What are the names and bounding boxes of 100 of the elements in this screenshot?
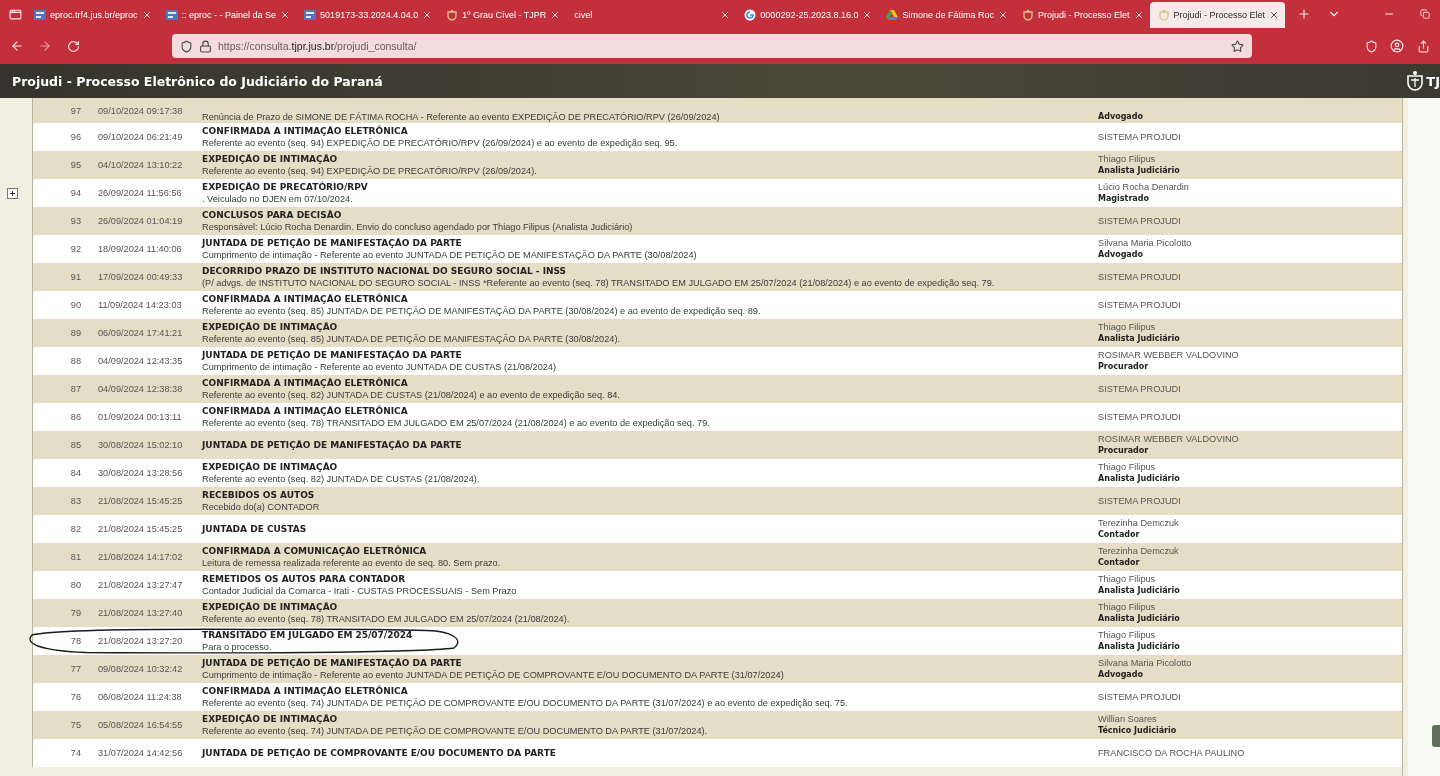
event-title: JUNTADA DE PETIÇÃO DE MANIFESTAÇÃO DA PARTE (202, 349, 463, 361)
event-date: 06/08/2024 11:24:38 (97, 692, 183, 702)
event-date: 18/09/2024 11:40:06 (97, 244, 183, 254)
event-description: Referente ao evento (seq. 85) JUNTADA DE PETIÇÃO DE MANIFESTAÇÃO DA PARTE (30/08/2024). (202, 333, 621, 345)
event-date: 21/08/2024 15:45:25 (97, 496, 184, 506)
event-title: EXPEDIÇÃO DE INTIMAÇÃO (202, 461, 339, 473)
sequence-number: 87 (69, 384, 82, 394)
browser-tab[interactable]: 0000292-25.2023.8.16.0 (736, 2, 879, 28)
actor-name: FRANCISCO DA ROCHA PAULINO (1098, 747, 1246, 759)
expand-toggle[interactable] (6, 187, 18, 199)
close-icon[interactable] (422, 10, 433, 20)
event-date: 09/10/2024 09:17:38 (97, 105, 184, 116)
event-description: Referente ao evento (seq. 78) TRANSITADO EM JULGADO EM 25/07/2024 (21/08/2024). (202, 613, 571, 625)
event-date: 31/07/2024 14:42:56 (97, 748, 184, 758)
event-date: 17/09/2024 00:49:33 (97, 272, 184, 282)
sequence-number: 88 (69, 356, 82, 366)
sequence-number: 77 (69, 664, 82, 674)
page-favicon-icon (304, 9, 317, 21)
event-description: Referente ao evento (seq. 78) TRANSITADO EM JULGADO EM 25/07/2024 (21/08/2024) e ao evento de expedição seq. 79. (202, 417, 711, 429)
event-title: REMETIDOS OS AUTOS PARA CONTADOR (202, 573, 407, 585)
close-icon[interactable] (1133, 10, 1144, 20)
event-title: JUNTADA DE PETIÇÃO DE MANIFESTAÇÃO DA PARTE (202, 657, 463, 669)
emblem-favicon-icon (1157, 9, 1170, 21)
event-title: JUNTADA DE PETIÇÃO DE MANIFESTAÇÃO DA PARTE (202, 439, 463, 451)
event-title: CONFIRMADA A COMUNICAÇÃO ELETRÔNICA (202, 545, 428, 557)
actor-role: Contador (1098, 557, 1141, 569)
browser-tab[interactable]: eproc.trf4.jus.br/eproc (26, 2, 158, 28)
close-icon[interactable] (998, 10, 1008, 20)
event-title: CONFIRMADA A INTIMAÇÃO ELETRÔNICA (202, 293, 409, 305)
address-field[interactable]: https://consulta.tjpr.jus.br/projudi_consulta/ (172, 34, 1252, 58)
event-description: . Veiculado no DJEN em 07/10/2024. (202, 193, 354, 205)
actor-name: Terezinha Demczuk (1098, 545, 1180, 557)
browser-tab[interactable]: Projudi - Processo Elet (1149, 2, 1286, 28)
sequence-number: 78 (69, 636, 82, 646)
actor-role: Advogado (1098, 249, 1144, 261)
sequence-number: 93 (69, 216, 82, 226)
emblem-favicon-icon (446, 9, 459, 21)
browser-tab[interactable]: :: eproc - - Painel da Se (157, 2, 297, 28)
actor-role: Procurador (1098, 445, 1150, 457)
close-icon[interactable] (862, 10, 873, 20)
sequence-number: 97 (69, 105, 82, 116)
sequence-number: 79 (69, 608, 82, 618)
browser-tab[interactable]: 5019173-33.2024.4.04.0 (296, 2, 439, 28)
event-date: 09/08/2024 10:32:42 (97, 664, 184, 674)
close-icon[interactable] (1269, 10, 1280, 20)
actor-name: SISTEMA PROJUDI (1098, 383, 1182, 395)
event-date: 21/08/2024 13:27:47 (97, 580, 184, 590)
actor-role: Analista Judiciário (1098, 165, 1181, 177)
actor-name: SISTEMA PROJUDI (1098, 299, 1182, 311)
browser-tab[interactable]: Simone de Fátima Roc (878, 2, 1014, 28)
sequence-number: 76 (69, 692, 82, 702)
event-description: Referente ao evento (seq. 94) EXPEDIÇÃO DE PRECATÓRIO/RPV (26/09/2024) e ao evento de expedição seq. 95. (202, 137, 679, 149)
browser-tab[interactable]: 1º Grau Cível - TJPR (438, 2, 567, 28)
actor-name: SISTEMA PROJUDI (1098, 411, 1182, 423)
close-icon[interactable] (141, 10, 152, 20)
event-date: 21/08/2024 14:17:02 (97, 552, 184, 562)
actor-name: Thiago Filipus (1098, 461, 1157, 473)
event-description: Renúncia de Prazo de SIMONE DE FÁTIMA ROCHA - Referente ao evento EXPEDIÇÃO DE PRECATÓRIO/RPV (26/09/2024) (202, 111, 721, 123)
close-icon[interactable] (280, 10, 291, 20)
event-description: Referente ao evento (seq. 74) JUNTADA DE PETIÇÃO DE COMPROVANTE E/OU DOCUMENTO DA PARTE (31/07/2024) e ao evento de expedição seq. 75. (202, 697, 849, 709)
event-date: 26/09/2024 11:56:56 (97, 188, 183, 198)
lock-icon (199, 39, 212, 53)
event-date: 06/09/2024 17:41:21 (97, 328, 184, 338)
actor-role: Analista Judiciário (1098, 585, 1181, 597)
event-date: 21/08/2024 13:27:20 (97, 636, 184, 646)
actor-name: SISTEMA PROJUDI (1098, 495, 1182, 507)
sequence-number: 81 (69, 552, 82, 562)
event-title: CONFIRMADA A INTIMAÇÃO ELETRÔNICA (202, 125, 409, 137)
browser-tab[interactable]: civel (566, 2, 737, 28)
browser-tab[interactable]: Projudi - Processo Elet (1014, 2, 1150, 28)
sequence-number: 92 (69, 244, 82, 254)
bookmark-star-icon[interactable] (1231, 39, 1244, 53)
event-title: JUNTADA DE PETIÇÃO DE COMPROVANTE E/OU DOCUMENTO DA PARTE (202, 747, 557, 759)
sequence-number: 94 (69, 188, 82, 198)
event-title: TRANSITADO EM JULGADO EM 25/07/2024 (202, 629, 414, 641)
event-description: Cumprimento de intimação - Referente ao evento JUNTADA DE PETIÇÃO DE COMPROVANTE E/OU DOCUMENTO DA PARTE (31/07/2024) (202, 669, 785, 681)
emblem-logo-icon (1406, 70, 1425, 92)
event-title: EXPEDIÇÃO DE INTIMAÇÃO (202, 713, 339, 725)
event-description: Referente ao evento (seq. 85) JUNTADA DE PETIÇÃO DE MANIFESTAÇÃO DA PARTE (30/08/2024) e ao evento de expedição seq. 89. (202, 305, 762, 317)
event-title: JUNTADA DE CUSTAS (202, 523, 308, 535)
event-description: Cumprimento de intimação - Referente ao evento JUNTADA DE PETIÇÃO DE MANIFESTAÇÃO DA PARTE (30/08/2024) (202, 249, 698, 261)
sequence-number: 82 (69, 524, 82, 534)
actor-name: Thiago Filipus (1098, 153, 1157, 165)
sequence-number: 74 (69, 748, 82, 758)
event-title: EXPEDIÇÃO DE INTIMAÇÃO (202, 153, 339, 165)
triangle-favicon-icon (886, 9, 899, 21)
sequence-number: 84 (69, 468, 82, 478)
emblem-favicon-icon (1022, 9, 1034, 21)
actor-name: SISTEMA PROJUDI (1098, 271, 1182, 283)
close-icon[interactable] (550, 10, 561, 20)
scrollbar-thumb[interactable] (1432, 725, 1440, 747)
actor-role: Analista Judiciário (1098, 473, 1181, 485)
actor-name: Silvana Maria Picolotto (1098, 237, 1193, 249)
event-description: (P/ advgs. de INSTITUTO NACIONAL DO SEGURO SOCIAL - INSS *Referente ao evento (seq. 78) TRANSITADO EM JULGADO EM 25/07/2024 (21/08/2024) e ao evento de expedição seq. 79. (202, 277, 996, 289)
event-date: 04/09/2024 12:38:38 (97, 384, 184, 394)
actor-name: Terezinha Demczuk (1098, 517, 1180, 529)
event-date: 04/09/2024 12:43:35 (97, 356, 184, 366)
close-icon[interactable] (720, 10, 731, 20)
actor-role: Advogado (1098, 669, 1144, 681)
actor-name: Thiago Filipus (1098, 573, 1157, 585)
